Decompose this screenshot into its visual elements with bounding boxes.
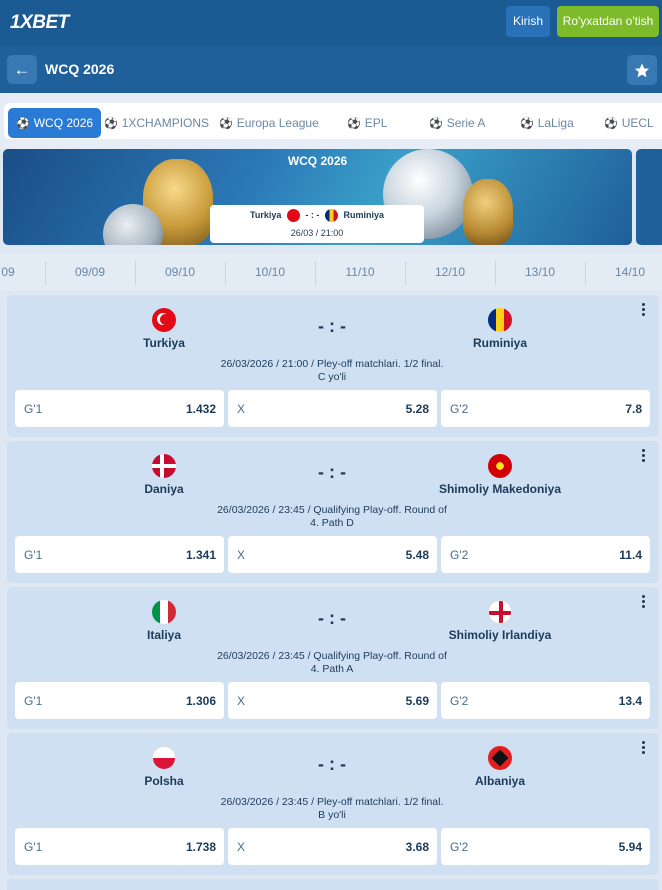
soccer-ball-icon: ⚽ (604, 118, 618, 130)
odd-home-win[interactable]: G'1 1.341 (15, 536, 224, 573)
page-title: WCQ 2026 (45, 61, 115, 77)
tab-epl[interactable]: ⚽ EPL (347, 108, 387, 138)
denmark-flag-icon (152, 454, 176, 478)
match-info: 26/03/2026 / 23:45 / Qualifying Play-off… (217, 504, 447, 529)
home-team: Italiya (146, 628, 182, 642)
north-macedonia-flag-icon (488, 454, 512, 478)
odd-draw[interactable]: X 5.69 (228, 682, 437, 719)
italy-flag-icon (152, 600, 176, 624)
star-icon (634, 63, 650, 78)
match-score: - : - (318, 608, 346, 628)
banner-teams: Turkiya - : - Ruminiya (210, 209, 424, 222)
tab-1xchampions[interactable]: ⚽ 1XCHAMPIONS (104, 108, 209, 138)
match-score: - : - (318, 462, 346, 482)
soccer-ball-icon: ⚽ (520, 118, 534, 130)
odd-draw[interactable]: X 5.48 (228, 536, 437, 573)
odd-away-win[interactable]: G'2 5.94 (441, 828, 650, 865)
odd-home-win[interactable]: G'1 1.738 (15, 828, 224, 865)
soccer-ball-icon: ⚽ (16, 118, 30, 130)
soccer-ball-icon: ⚽ (104, 118, 118, 130)
tab-serie-a[interactable]: ⚽ Serie A (429, 108, 485, 138)
home-team: Daniya (144, 482, 184, 496)
login-button[interactable]: Kirish (506, 6, 550, 37)
away-team: Ruminiya (472, 336, 527, 350)
trophy-graphic (463, 179, 513, 245)
favorite-button[interactable] (627, 55, 657, 85)
page-header: ← WCQ 2026 (0, 46, 662, 93)
match-card[interactable]: Polsha - : - Albaniya 26/03/2026 / 23:45… (7, 733, 658, 875)
more-options-icon[interactable] (638, 301, 648, 319)
banner-date: 26/03 / 21:00 (290, 228, 344, 238)
tab-wcq-2026[interactable]: ⚽ WCQ 2026 (8, 108, 102, 138)
match-score: - : - (318, 754, 346, 774)
albania-flag-icon (488, 746, 512, 770)
soccer-ball-icon: ⚽ (219, 118, 233, 130)
logo[interactable]: 1XBET (10, 12, 69, 34)
away-team: Albaniya (474, 774, 525, 788)
arrow-left-icon: ← (13, 60, 31, 79)
more-options-icon[interactable] (638, 739, 648, 757)
romania-flag-icon (488, 308, 512, 332)
away-team: Shimoliy Irlandiya (448, 628, 552, 642)
match-card[interactable]: Daniya - : - Shimoliy Makedoniya 26/03/2… (7, 441, 658, 583)
match-info: 26/03/2026 / 21:00 / Pley-off matchlari.… (220, 358, 444, 383)
match-card[interactable]: Italiya - : - Shimoliy Irlandiya 26/03/2… (7, 587, 658, 729)
odd-draw[interactable]: X 5.28 (228, 390, 437, 427)
top-bar: 1XBET Kirish Ro'yxatdan o'tish (0, 0, 662, 46)
northern-ireland-flag-icon (488, 600, 512, 624)
home-team: Turkiya (143, 336, 185, 350)
register-button[interactable]: Ro'yxatdan o'tish (557, 6, 659, 37)
tab-uecl[interactable]: ⚽ UECL (604, 108, 654, 138)
odd-home-win[interactable]: G'1 1.306 (15, 682, 224, 719)
turkey-flag-icon (152, 308, 176, 332)
match-info: 26/03/2026 / 23:45 / Pley-off matchlari.… (220, 796, 444, 821)
more-options-icon[interactable] (638, 593, 648, 611)
soccer-ball-icon: ⚽ (347, 118, 361, 130)
date-item[interactable]: 10/10 (240, 265, 300, 279)
odd-away-win[interactable]: G'2 11.4 (441, 536, 650, 573)
back-button[interactable]: ← (7, 55, 37, 84)
banner-match-card[interactable]: Turkiya - : - Ruminiya 26/03 / 21:00 (210, 205, 424, 243)
date-item[interactable]: 11/10 (330, 265, 390, 279)
date-item[interactable]: 14/10 (600, 265, 660, 279)
romania-flag-icon (324, 209, 338, 222)
date-item[interactable]: 09/09 (60, 265, 120, 279)
match-card[interactable] (7, 879, 658, 890)
soccer-ball-icon: ⚽ (429, 118, 443, 130)
odd-away-win[interactable]: G'2 7.8 (441, 390, 650, 427)
date-item[interactable]: 12/10 (420, 265, 480, 279)
date-item[interactable]: 09/10 (150, 265, 210, 279)
banner-title: WCQ 2026 (287, 154, 348, 168)
more-options-icon[interactable] (638, 447, 648, 465)
date-selector: 09 09/09 09/10 10/10 11/10 12/10 13/10 1… (0, 253, 662, 291)
odd-draw[interactable]: X 3.68 (228, 828, 437, 865)
odd-away-win[interactable]: G'2 13.4 (441, 682, 650, 719)
turkey-flag-icon (286, 209, 300, 222)
tab-europa-league[interactable]: ⚽ Europa League (219, 108, 319, 138)
poland-flag-icon (152, 746, 176, 770)
next-banner-preview[interactable] (636, 149, 662, 245)
featured-match-banner[interactable]: WCQ 2026 Turkiya - : - Ruminiya 26/03 / … (3, 149, 632, 245)
home-team: Polsha (144, 774, 184, 788)
odd-home-win[interactable]: G'1 1.432 (15, 390, 224, 427)
match-info: 26/03/2026 / 23:45 / Qualifying Play-off… (217, 650, 447, 675)
date-item[interactable]: 13/10 (510, 265, 570, 279)
away-team: Shimoliy Makedoniya (438, 482, 562, 496)
date-item[interactable]: 09 (0, 265, 38, 279)
league-tabs: ⚽ WCQ 2026 ⚽ 1XCHAMPIONS ⚽ Europa League ⚽ E… (0, 93, 662, 149)
tab-laliga[interactable]: ⚽ LaLiga (520, 108, 574, 138)
match-card[interactable]: Turkiya - : - Ruminiya 26/03/2026 / 21:0… (7, 295, 658, 437)
match-score: - : - (318, 316, 346, 336)
